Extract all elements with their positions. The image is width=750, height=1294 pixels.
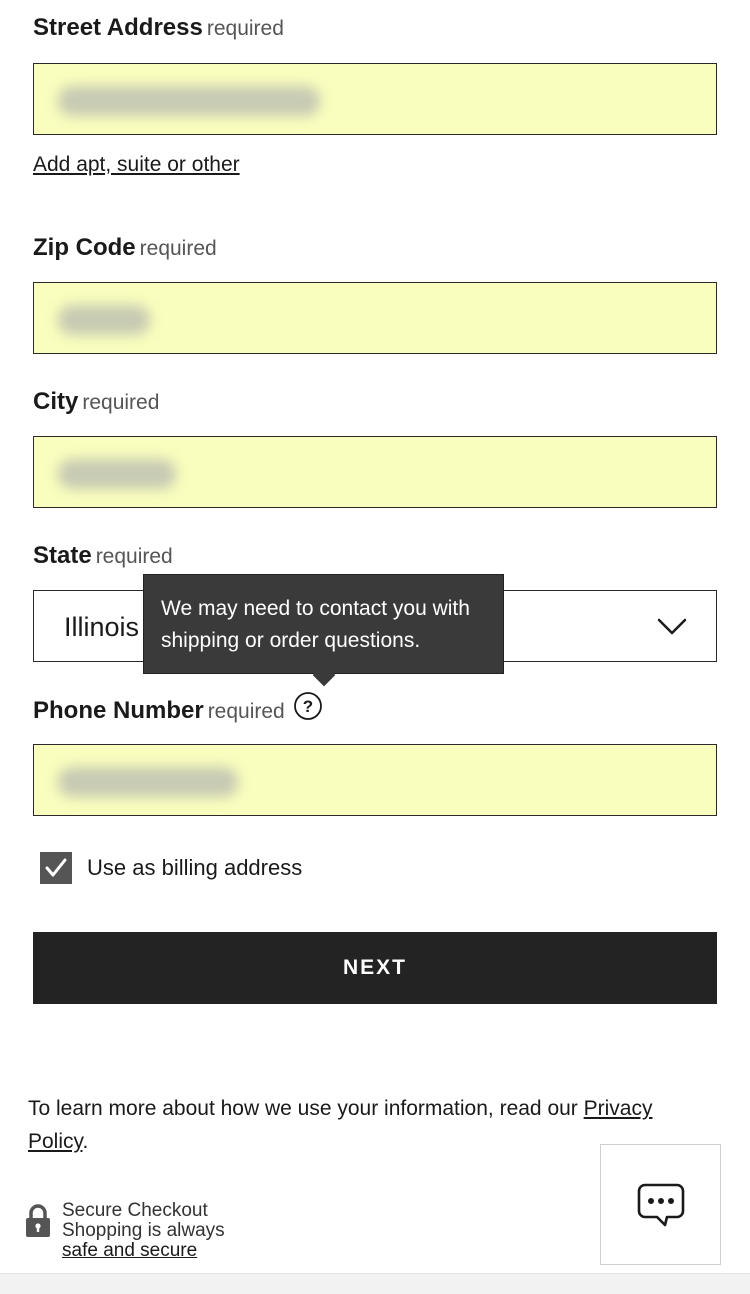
street-address-label: Street Address required — [33, 14, 284, 42]
required-indicator: required — [207, 699, 285, 723]
safe-and-secure-link[interactable]: safe and secure — [62, 1240, 197, 1261]
bottom-bar — [0, 1273, 750, 1294]
secure-checkout: Secure Checkout Shopping is always safe … — [62, 1201, 225, 1261]
required-indicator: required — [139, 237, 217, 260]
phone-number-label-text: Phone Number — [33, 696, 204, 724]
secure-checkout-subtitle: Shopping is always — [62, 1220, 225, 1241]
zip-code-field[interactable] — [33, 282, 717, 354]
privacy-period: . — [82, 1130, 89, 1153]
required-indicator: required — [82, 391, 160, 414]
street-address-field[interactable] — [33, 63, 717, 135]
svg-text:?: ? — [303, 697, 313, 716]
chat-bubble-icon — [637, 1183, 685, 1227]
state-label: State required — [33, 542, 173, 570]
add-apt-suite-link[interactable]: Add apt, suite or other — [33, 153, 240, 177]
state-label-text: State — [33, 542, 92, 569]
redacted-value — [58, 767, 238, 797]
required-indicator: required — [95, 545, 173, 568]
billing-address-label[interactable]: Use as billing address — [87, 855, 302, 881]
question-circle-icon[interactable]: ? — [293, 691, 323, 728]
tooltip-text: We may need to contact you with shipping… — [161, 597, 470, 652]
redacted-value — [58, 86, 320, 116]
checkmark-icon — [45, 858, 67, 877]
privacy-text: To learn more about how we use your info… — [28, 1097, 584, 1120]
city-field[interactable] — [33, 436, 717, 508]
secure-checkout-title: Secure Checkout — [62, 1200, 208, 1221]
chat-button[interactable] — [600, 1144, 721, 1265]
state-selected-value: Illinois — [64, 612, 140, 642]
redacted-value — [58, 459, 176, 489]
city-label: City required — [33, 388, 159, 416]
tooltip-arrow — [312, 663, 336, 687]
required-indicator: required — [206, 17, 284, 40]
zip-code-label: Zip Code required — [33, 234, 217, 262]
chevron-down-icon — [656, 611, 688, 646]
zip-code-label-text: Zip Code — [33, 234, 136, 261]
billing-address-checkbox[interactable] — [40, 852, 72, 884]
lock-icon — [24, 1204, 52, 1243]
redacted-value — [58, 305, 150, 335]
city-label-text: City — [33, 388, 79, 415]
street-address-label-text: Street Address — [33, 14, 203, 41]
phone-number-label: Phone Number required ? — [33, 692, 323, 728]
phone-help-tooltip: We may need to contact you with shipping… — [143, 574, 504, 687]
phone-number-field[interactable] — [33, 744, 717, 816]
next-button[interactable]: NEXT — [33, 932, 717, 1004]
